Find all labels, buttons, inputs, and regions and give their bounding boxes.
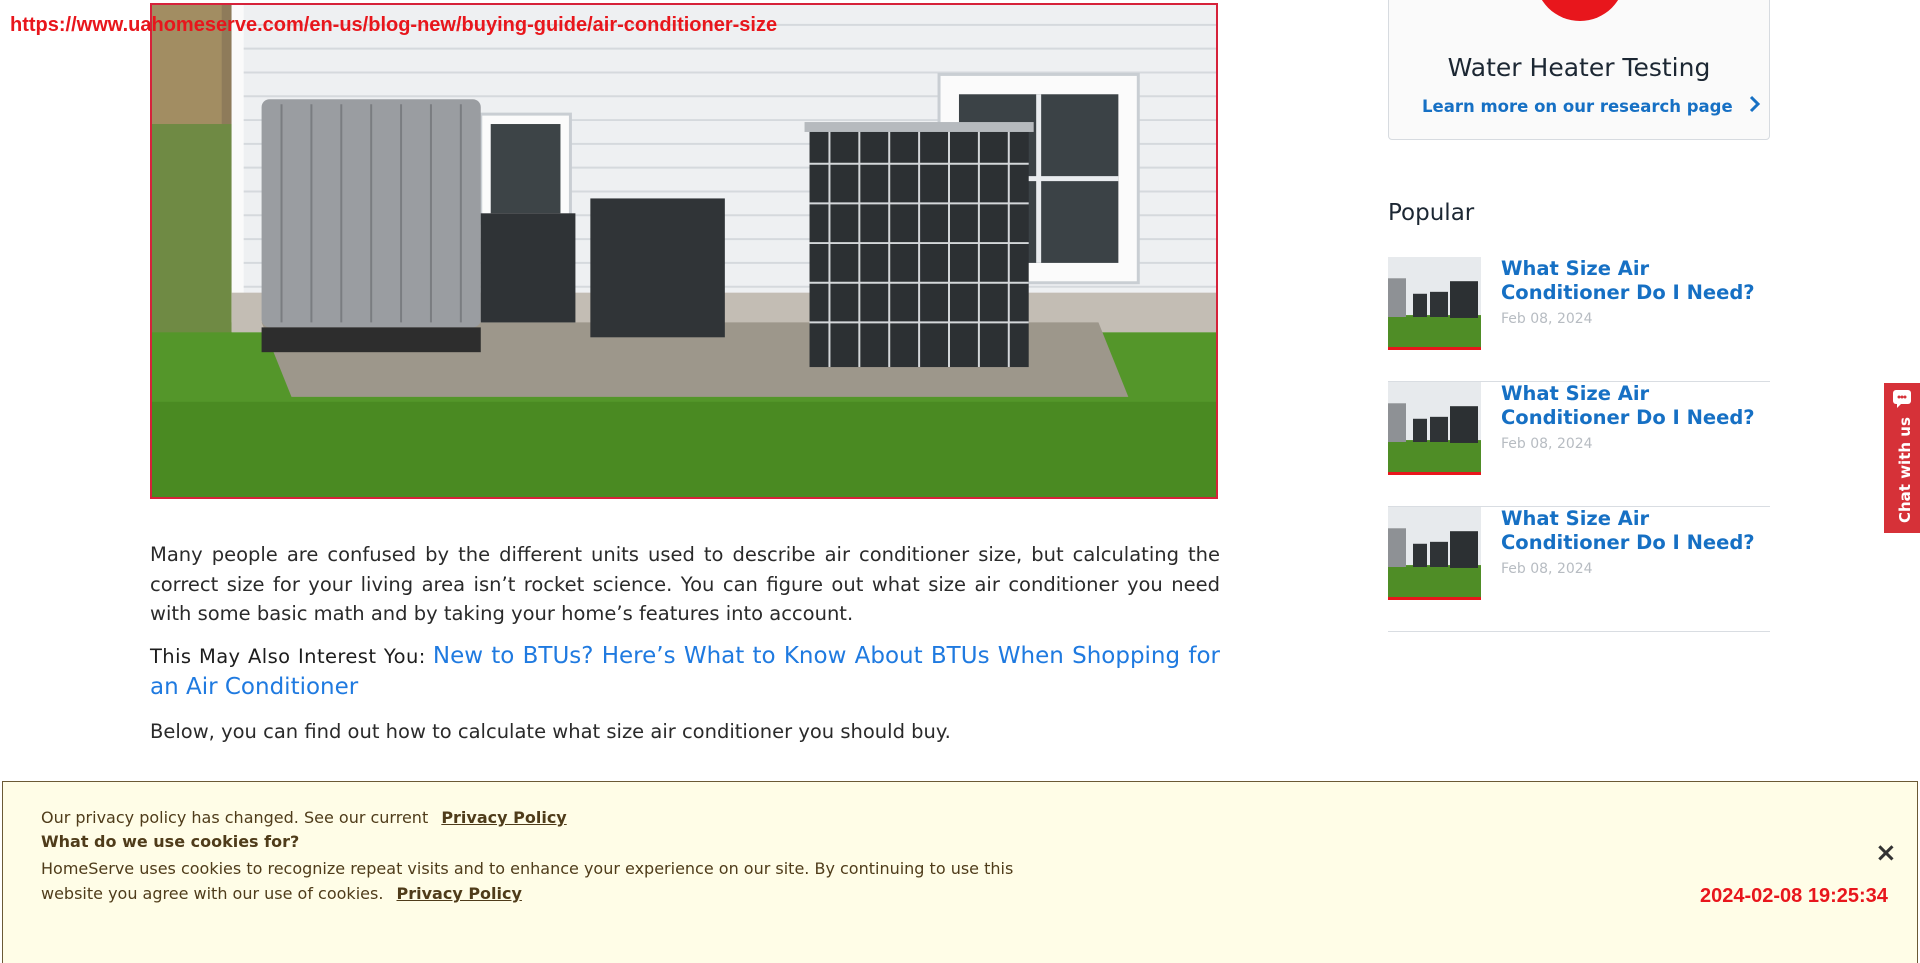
popular-thumbnail[interactable] bbox=[1388, 382, 1481, 475]
chevron-right-icon bbox=[1749, 95, 1761, 117]
popular-list: What Size Air Conditioner Do I Need? Feb… bbox=[1388, 257, 1770, 632]
popular-thumbnail[interactable] bbox=[1388, 257, 1481, 350]
url-overlay: https://www.uahomeserve.com/en-us/blog-n… bbox=[10, 14, 778, 36]
research-page-link[interactable]: Learn more on our research page bbox=[1422, 95, 1761, 117]
popular-item-title[interactable]: What Size Air Conditioner Do I Need? bbox=[1501, 507, 1770, 555]
privacy-policy-link[interactable]: Privacy Policy bbox=[441, 808, 566, 827]
timestamp-overlay: 2024-02-08 19:25:34 bbox=[1700, 885, 1888, 907]
popular-thumbnail[interactable] bbox=[1388, 507, 1481, 600]
close-icon[interactable]: × bbox=[1875, 838, 1897, 868]
research-link-label: Learn more on our research page bbox=[1422, 96, 1733, 116]
popular-item-title[interactable]: What Size Air Conditioner Do I Need? bbox=[1501, 257, 1770, 305]
popular-item[interactable]: What Size Air Conditioner Do I Need? Feb… bbox=[1388, 257, 1770, 382]
cookie-body: HomeServe uses cookies to recognize repe… bbox=[41, 856, 1041, 906]
article-body: Many people are confused by the differen… bbox=[150, 540, 1220, 746]
popular-heading: Popular bbox=[1388, 200, 1475, 226]
chat-label: Chat with us bbox=[1896, 417, 1914, 523]
privacy-policy-link-2[interactable]: Privacy Policy bbox=[397, 884, 522, 903]
research-card: Water Heater Testing Learn more on our r… bbox=[1388, 0, 1770, 140]
cookie-body-text: HomeServe uses cookies to recognize repe… bbox=[41, 859, 1014, 903]
popular-item[interactable]: What Size Air Conditioner Do I Need? Feb… bbox=[1388, 382, 1770, 507]
article-intro: Many people are confused by the differen… bbox=[150, 543, 1220, 625]
research-card-title: Water Heater Testing bbox=[1447, 53, 1711, 82]
interest-paragraph: This May Also Interest You: New to BTUs?… bbox=[150, 641, 1220, 703]
popular-item-title[interactable]: What Size Air Conditioner Do I Need? bbox=[1501, 382, 1770, 430]
popular-item-date: Feb 08, 2024 bbox=[1501, 311, 1593, 327]
popular-item-date: Feb 08, 2024 bbox=[1501, 561, 1593, 577]
interest-lead: This May Also Interest You: bbox=[150, 644, 426, 668]
privacy-changed-text: Our privacy policy has changed. See our … bbox=[41, 808, 429, 827]
popular-item[interactable]: What Size Air Conditioner Do I Need? Feb… bbox=[1388, 507, 1770, 632]
popular-item-date: Feb 08, 2024 bbox=[1501, 436, 1593, 452]
research-badge-icon bbox=[1535, 0, 1625, 21]
cookie-heading: What do we use cookies for? bbox=[41, 832, 300, 851]
air-conditioners-image bbox=[152, 5, 1216, 497]
article-below: Below, you can find out how to calculate… bbox=[150, 719, 951, 743]
privacy-changed-notice: Our privacy policy has changed. See our … bbox=[41, 808, 567, 827]
hero-image bbox=[150, 3, 1218, 499]
chat-with-us-button[interactable]: Chat with us bbox=[1884, 383, 1920, 533]
cookie-banner: Our privacy policy has changed. See our … bbox=[2, 781, 1918, 963]
